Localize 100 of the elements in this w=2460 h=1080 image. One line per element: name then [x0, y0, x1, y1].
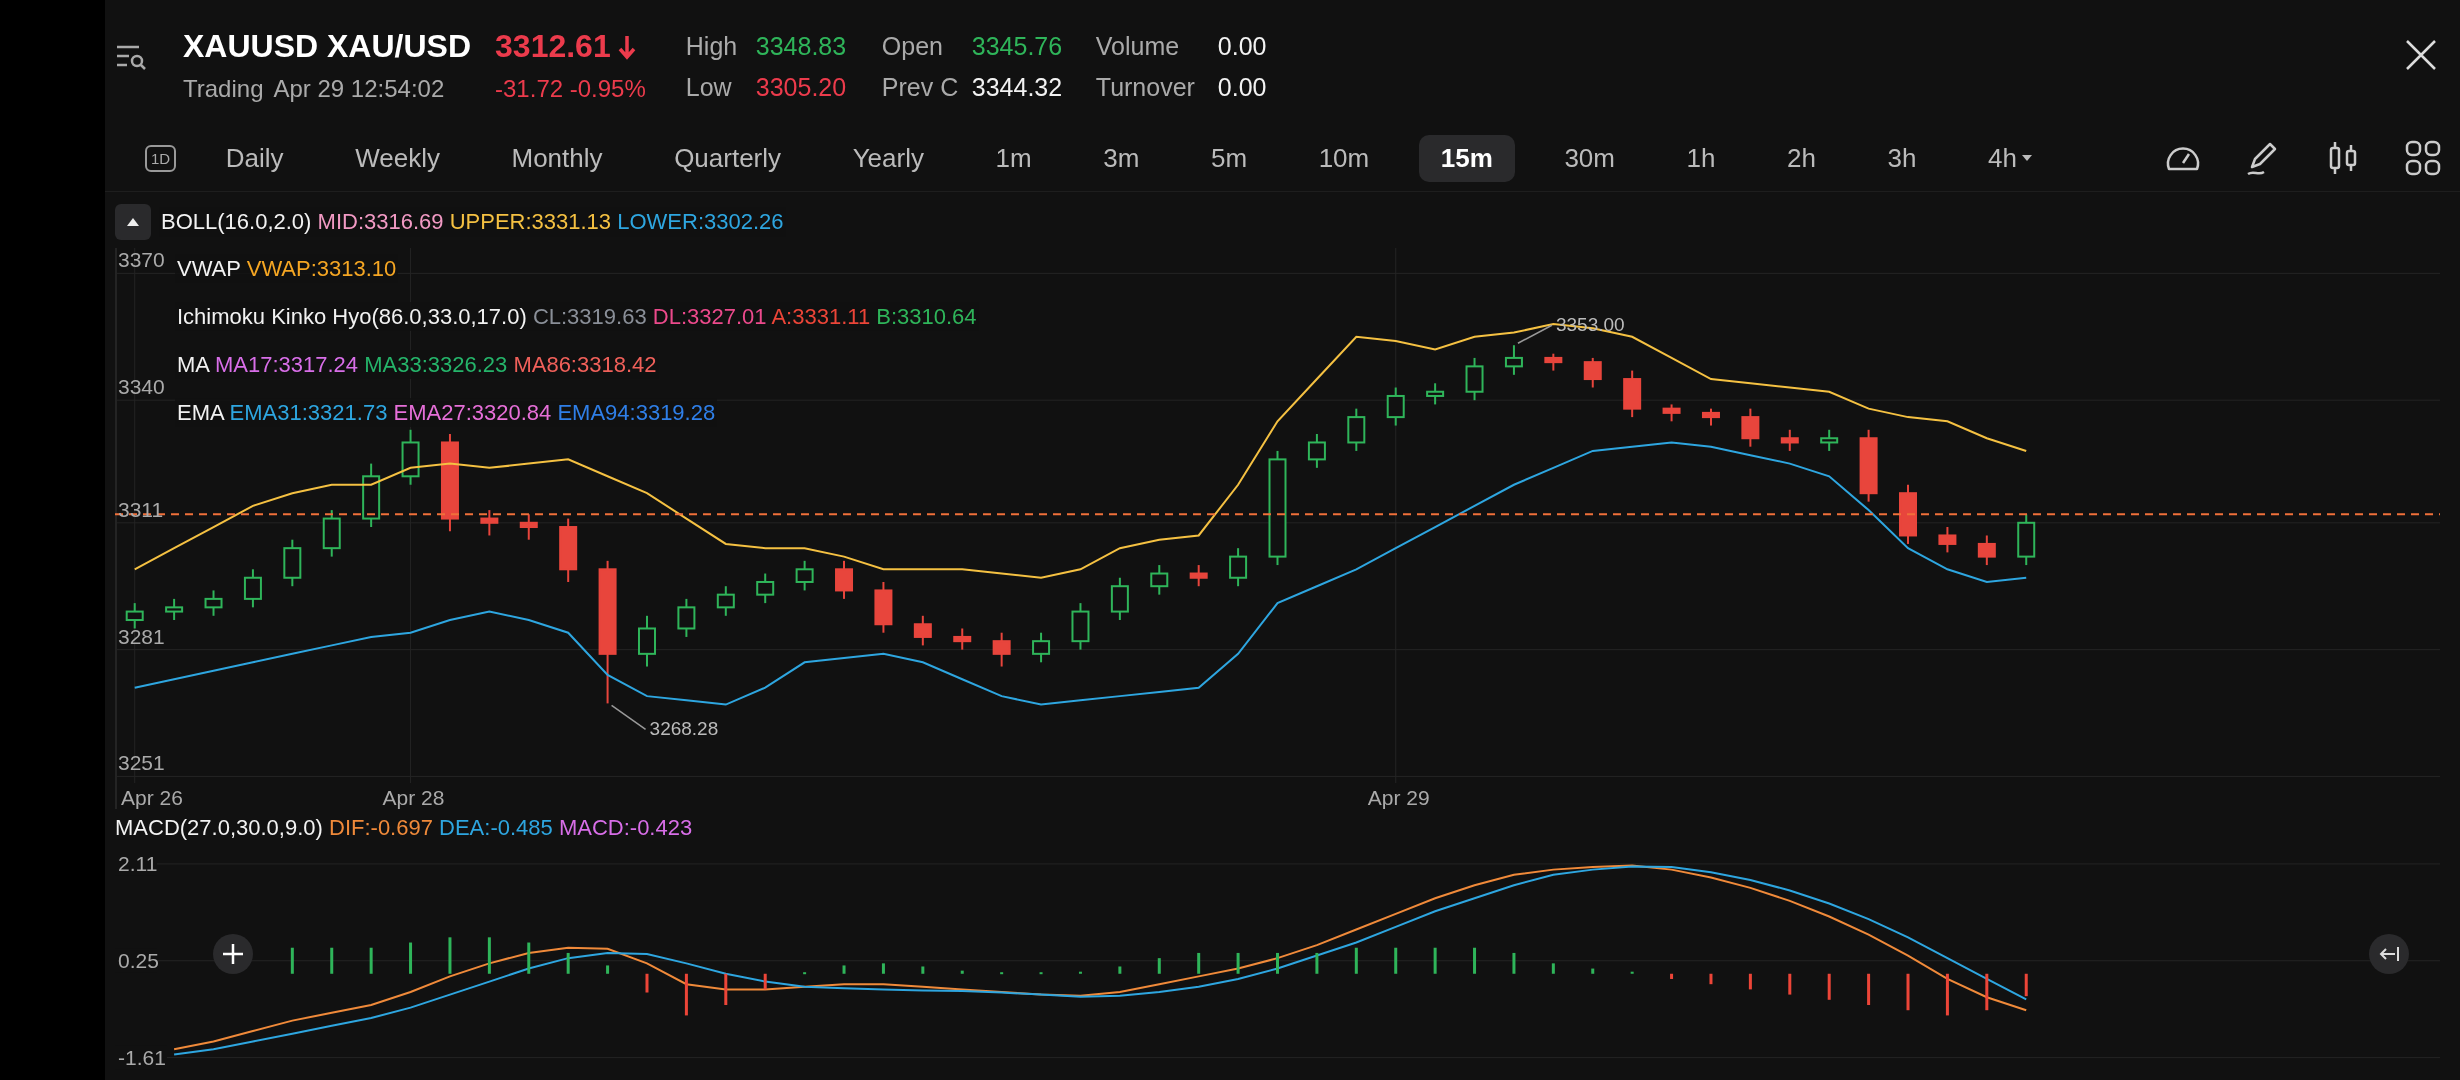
candle — [165, 597, 184, 622]
candle — [1741, 407, 1760, 448]
timeframe-tab[interactable]: Daily — [203, 134, 306, 182]
timeframe-tab[interactable]: Yearly — [830, 134, 946, 182]
candle — [835, 559, 854, 600]
candle — [401, 428, 420, 486]
histogram-bar — [290, 947, 294, 974]
stat-value: 3344.32 — [971, 73, 1064, 102]
candle — [1110, 576, 1129, 622]
candle — [953, 627, 972, 651]
axis-label: 3251 — [118, 751, 165, 775]
candle — [519, 513, 538, 541]
axis-label: 3311 — [118, 497, 164, 521]
axis-label: 3281 — [118, 624, 165, 648]
histogram-bar — [1276, 952, 1279, 974]
histogram-bar — [1906, 973, 1910, 1011]
candle — [1623, 369, 1642, 419]
histogram-bar — [960, 970, 964, 974]
histogram-bar — [1118, 966, 1122, 974]
histogram-bar — [566, 952, 570, 974]
histogram-bar — [1788, 973, 1792, 995]
histogram-bar — [921, 966, 925, 974]
candle — [992, 631, 1011, 668]
caret-icon — [2021, 154, 2033, 162]
grid-icon[interactable] — [2404, 139, 2442, 177]
candle — [1780, 428, 1799, 452]
histogram-bar — [1945, 973, 1949, 1016]
candle — [243, 568, 262, 609]
histogram-bar — [1867, 973, 1871, 1005]
histogram-bar — [2024, 973, 2028, 997]
timeframe-tab[interactable]: Monthly — [489, 134, 625, 182]
stat-label: Open — [881, 32, 944, 61]
period-icon[interactable]: 1D — [145, 144, 177, 172]
plus-icon — [222, 943, 244, 965]
timeframe-tab[interactable]: 30m — [1542, 134, 1637, 182]
timeframe-tab[interactable]: 1h — [1664, 134, 1738, 182]
histogram-bar — [330, 947, 334, 974]
stat-label: Prev C — [881, 73, 960, 102]
crosshair-button[interactable] — [213, 934, 253, 974]
candle — [756, 572, 775, 605]
price-change: -31.72 -0.95% — [495, 75, 646, 103]
candle — [1229, 547, 1248, 588]
macd-legend: MACD(27.0,30.0,9.0) DIF:-0.697 DEA:-0.485 MACD:-0.423 — [105, 809, 2460, 843]
candle — [638, 614, 656, 668]
stat-value: 3305.20 — [755, 73, 848, 102]
axis-label: 3340 — [118, 375, 165, 399]
histogram-bar — [1078, 971, 1082, 974]
candle — [2017, 513, 2036, 567]
timestamp: Apr 29 12:54:02 — [273, 75, 445, 103]
histogram-bar — [487, 937, 491, 974]
candle — [1662, 403, 1681, 423]
timeframe-tab[interactable]: 5m — [1188, 134, 1270, 182]
stat-label: Low — [685, 73, 733, 102]
close-icon[interactable] — [2404, 38, 2438, 72]
timeframe-tab[interactable]: 10m — [1296, 134, 1392, 182]
stat-value: 0.00 — [1217, 73, 1268, 102]
timeframe-tab[interactable]: 3m — [1081, 134, 1162, 182]
timeframe-tab[interactable]: Weekly — [333, 134, 462, 182]
histogram-bar — [1591, 968, 1595, 974]
histogram-bar — [842, 965, 846, 974]
histogram-bar — [1709, 973, 1713, 985]
candle — [204, 589, 223, 617]
timeframe-tab[interactable]: 1m — [973, 134, 1054, 182]
candle — [913, 614, 932, 647]
collapse-panel-button[interactable] — [2369, 934, 2409, 974]
candle — [677, 597, 696, 638]
candle — [1899, 483, 1917, 545]
timeframe-tab[interactable]: Quarterly — [652, 134, 804, 182]
timeframe-tab[interactable]: 3h — [1865, 134, 1939, 182]
histogram-bar — [1039, 972, 1043, 975]
market-status: Trading — [183, 75, 264, 103]
stat-value: 3345.76 — [971, 32, 1064, 61]
histogram-bar — [1827, 973, 1831, 1000]
histogram-bar — [684, 973, 688, 1016]
axis-label: -1.61 — [118, 1046, 166, 1070]
candle — [1820, 428, 1839, 452]
candle — [1032, 631, 1051, 664]
histogram-bar — [1433, 947, 1437, 974]
candle — [1583, 356, 1602, 389]
axis-label: Apr 29 — [1367, 786, 1430, 809]
stat-label: High — [685, 32, 739, 61]
candle — [1150, 564, 1169, 596]
candle — [1977, 534, 1996, 567]
axis-label: 3370 — [118, 248, 165, 272]
histogram-bar — [1630, 971, 1634, 974]
candle — [1426, 382, 1445, 406]
stat-label: Turnover — [1095, 73, 1196, 102]
candle — [480, 509, 499, 537]
collapse-button[interactable] — [115, 204, 151, 240]
candle — [1386, 386, 1405, 427]
last-price: 3312.61 — [495, 28, 611, 65]
timeframe-tab[interactable]: 2h — [1765, 134, 1838, 182]
timeframe-tab[interactable]: 15m — [1418, 134, 1515, 182]
histogram-bar — [1354, 947, 1358, 974]
candle — [1307, 433, 1326, 469]
histogram-bar — [1157, 958, 1161, 974]
timeframe-tab[interactable]: 4h — [1966, 134, 2055, 182]
histogram-bar — [1197, 952, 1201, 974]
indicator-legend: MA MA17:3317.24 MA33:3326.23 MA86:3318.42 — [175, 350, 659, 379]
histogram-bar — [369, 947, 373, 974]
